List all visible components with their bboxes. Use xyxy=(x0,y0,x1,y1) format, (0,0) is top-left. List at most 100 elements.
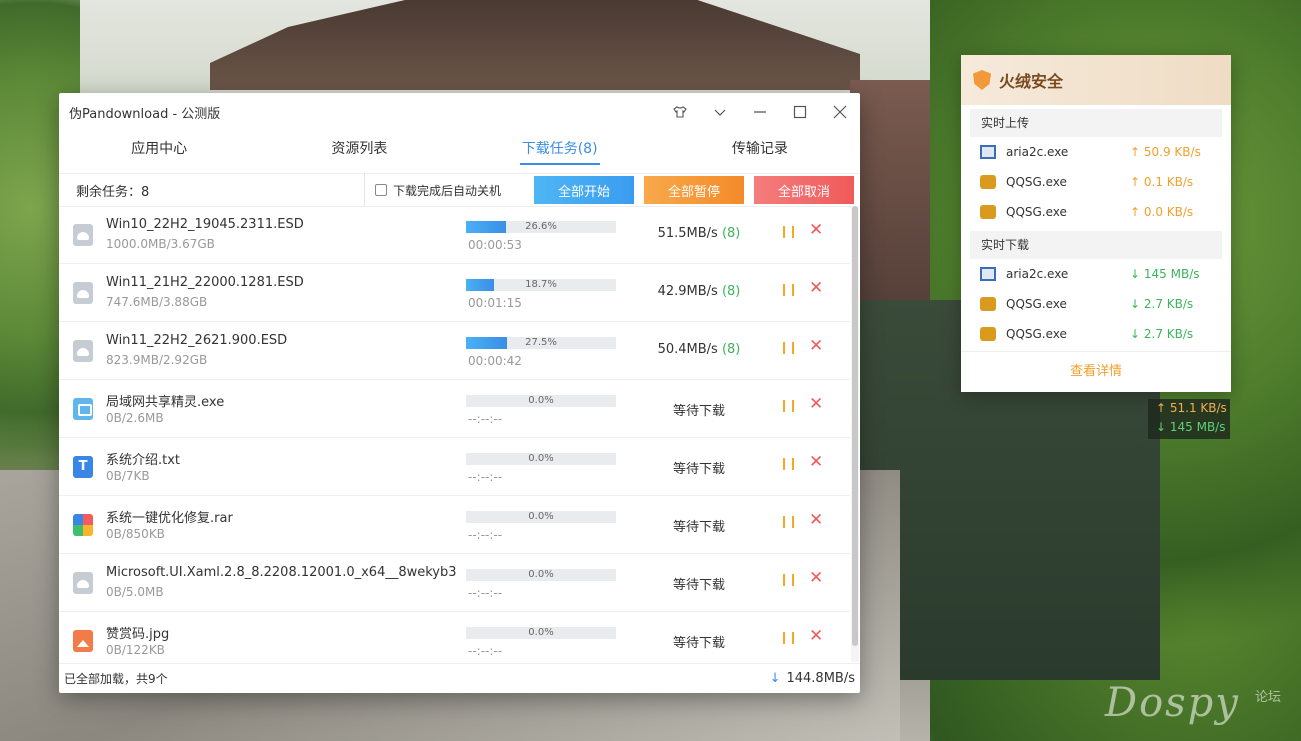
task-row[interactable]: 局域网共享精灵.exe 0B/2.6MB 0.0% --:--:-- 等待下载 ❙❙ ✕ xyxy=(59,380,850,438)
pandownload-window: 伪Pandownload - 公测版 应用中心 资源列表 下载任务(8) 传输记… xyxy=(59,93,860,693)
process-traffic-row[interactable]: aria2c.exe ↓ 145 MB/s xyxy=(961,259,1231,289)
pause-task-icon[interactable]: ❙❙ xyxy=(779,340,798,354)
cancel-all-button[interactable]: 全部取消 xyxy=(754,176,854,204)
task-progress-percent: 18.7% xyxy=(525,279,557,290)
pause-task-icon[interactable]: ❙❙ xyxy=(779,398,798,412)
network-speed-monitor[interactable]: ↑ 51.1 KB/s ↓ 145 MB/s xyxy=(1148,399,1230,439)
remove-task-icon[interactable]: ✕ xyxy=(809,394,823,414)
process-name: QQSG.exe xyxy=(1006,205,1067,219)
tab-download-tasks[interactable]: 下载任务(8) xyxy=(460,131,660,173)
download-list: aria2c.exe ↓ 145 MB/s QQSG.exe ↓ 2.7 KB/s QQ… xyxy=(961,259,1231,349)
tab-transfer-history[interactable]: 传输记录 xyxy=(660,131,860,173)
task-row[interactable]: 系统一键优化修复.rar 0B/850KB 0.0% --:--:-- 等待下载 ❙❙ ✕ xyxy=(59,496,850,554)
maximize-button[interactable] xyxy=(780,93,820,131)
pause-all-button[interactable]: 全部暂停 xyxy=(644,176,744,204)
upload-arrow-icon: ↑ xyxy=(1130,145,1141,159)
start-all-button[interactable]: 全部开始 xyxy=(534,176,634,204)
remove-task-icon[interactable]: ✕ xyxy=(809,452,823,472)
remove-task-icon[interactable]: ✕ xyxy=(809,510,823,530)
task-progress-bar: 26.6% xyxy=(466,221,616,233)
task-row[interactable]: Win11_21H2_22000.1281.ESD 747.6MB/3.88GB 1… xyxy=(59,264,850,322)
task-progress-bar: 0.0% xyxy=(466,395,616,407)
pause-task-icon[interactable]: ❙❙ xyxy=(779,630,798,644)
task-file-size: 0B/122KB xyxy=(106,643,165,657)
auto-shutdown-option[interactable]: 下载完成后自动关机 xyxy=(364,173,524,207)
task-eta: --:--:-- xyxy=(468,644,503,658)
scrollbar-thumb[interactable] xyxy=(852,206,858,646)
pause-task-icon[interactable]: ❙❙ xyxy=(779,224,798,238)
remove-task-icon[interactable]: ✕ xyxy=(809,626,823,646)
process-name: aria2c.exe xyxy=(1006,267,1069,281)
tab-app-center[interactable]: 应用中心 xyxy=(59,131,259,173)
task-file-size: 0B/2.6MB xyxy=(106,411,164,425)
task-row[interactable]: Microsoft.UI.Xaml.2.8_8.2208.12001.0_x64… xyxy=(59,554,850,612)
task-progress-percent: 27.5% xyxy=(525,337,557,348)
task-progress-bar: 0.0% xyxy=(466,627,616,639)
task-progress-bar: 18.7% xyxy=(466,279,616,291)
dospy-watermark-cn: 论坛 xyxy=(1255,690,1282,705)
task-progress-percent: 0.0% xyxy=(528,395,554,406)
view-details-link[interactable]: 查看详情 xyxy=(961,351,1231,392)
pause-task-icon[interactable]: ❙❙ xyxy=(779,572,798,586)
task-row[interactable]: T 系统介绍.txt 0B/7KB 0.0% --:--:-- 等待下载 ❙❙ ✕ xyxy=(59,438,850,496)
task-row[interactable]: Win10_22H2_19045.2311.ESD 1000.0MB/3.67GB… xyxy=(59,206,850,264)
minimize-button[interactable] xyxy=(740,93,780,131)
remove-task-icon[interactable]: ✕ xyxy=(809,336,823,356)
auto-shutdown-checkbox[interactable] xyxy=(375,184,387,196)
process-speed: ↓ 145 MB/s xyxy=(1130,267,1200,281)
total-speed: ↓ 144.8MB/s xyxy=(770,671,855,686)
skin-icon[interactable] xyxy=(660,93,700,131)
process-name: QQSG.exe xyxy=(1006,327,1067,341)
status-bar: 已全部加载，共9个 ↓ 144.8MB/s xyxy=(59,663,860,693)
download-arrow-icon: ↓ xyxy=(769,671,781,686)
process-traffic-row[interactable]: QQSG.exe ↑ 0.1 KB/s xyxy=(961,167,1231,197)
task-file-size: 823.9MB/2.92GB xyxy=(106,353,208,367)
tab-resource-list[interactable]: 资源列表 xyxy=(259,131,459,173)
task-eta: 00:01:15 xyxy=(468,296,522,310)
download-section-header: 实时下载 xyxy=(970,231,1222,259)
task-row[interactable]: Win11_22H2_2621.900.ESD 823.9MB/2.92GB 27.… xyxy=(59,322,850,380)
task-progress-percent: 0.0% xyxy=(528,511,554,522)
upload-list: aria2c.exe ↑ 50.9 KB/s QQSG.exe ↑ 0.1 KB/s Q… xyxy=(961,137,1231,227)
task-progress-bar: 0.0% xyxy=(466,453,616,465)
pause-task-icon[interactable]: ❙❙ xyxy=(779,282,798,296)
auto-shutdown-label: 下载完成后自动关机 xyxy=(393,183,502,198)
task-speed-value: 42.9MB/s xyxy=(657,284,718,299)
download-arrow-icon: ↓ xyxy=(1130,327,1141,341)
task-status: 等待下载 xyxy=(672,578,725,593)
process-traffic-row[interactable]: QQSG.exe ↓ 2.7 KB/s xyxy=(961,289,1231,319)
download-arrow-icon: ↓ xyxy=(1130,267,1141,281)
task-row[interactable]: 赞赏码.jpg 0B/122KB 0.0% --:--:-- 等待下载 ❙❙ ✕ xyxy=(59,612,850,662)
process-speed-value: 2.7 KB/s xyxy=(1143,297,1194,311)
task-file-name: Win11_22H2_2621.900.ESD xyxy=(106,333,288,348)
remove-task-icon[interactable]: ✕ xyxy=(809,278,823,298)
process-speed-value: 50.9 KB/s xyxy=(1143,145,1201,159)
task-file-size: 0B/5.0MB xyxy=(106,585,164,599)
task-file-name: 系统一键优化修复.rar xyxy=(106,511,233,526)
process-speed-value: 2.7 KB/s xyxy=(1143,327,1194,341)
task-list-scrollbar[interactable] xyxy=(851,206,859,662)
task-toolbar: 剩余任务：8 下载完成后自动关机 全部开始 全部暂停 全部取消 xyxy=(59,173,860,207)
process-traffic-row[interactable]: QQSG.exe ↓ 2.7 KB/s xyxy=(961,319,1231,349)
chevron-down-icon[interactable] xyxy=(700,93,740,131)
task-speed: 50.4MB/s (8) xyxy=(619,342,779,357)
process-speed-value: 0.0 KB/s xyxy=(1143,205,1194,219)
title-bar[interactable]: 伪Pandownload - 公测版 xyxy=(59,93,860,131)
remove-task-icon[interactable]: ✕ xyxy=(809,568,823,588)
file-icon xyxy=(73,572,93,594)
dospy-watermark: Dospy xyxy=(1105,680,1240,726)
task-progress-bar: 27.5% xyxy=(466,337,616,349)
process-traffic-row[interactable]: QQSG.exe ↑ 0.0 KB/s xyxy=(961,197,1231,227)
close-button[interactable] xyxy=(820,93,860,131)
process-speed: ↓ 2.7 KB/s xyxy=(1130,297,1193,311)
txt-icon: T xyxy=(73,456,93,478)
process-name: aria2c.exe xyxy=(1006,145,1069,159)
pause-task-icon[interactable]: ❙❙ xyxy=(779,456,798,470)
remove-task-icon[interactable]: ✕ xyxy=(809,220,823,240)
process-traffic-row[interactable]: aria2c.exe ↑ 50.9 KB/s xyxy=(961,137,1231,167)
task-speed: 42.9MB/s (8) xyxy=(619,284,779,299)
pause-task-icon[interactable]: ❙❙ xyxy=(779,514,798,528)
task-status: 等待下载 xyxy=(672,462,725,477)
task-file-name: Win10_22H2_19045.2311.ESD xyxy=(106,217,304,232)
task-file-size: 0B/7KB xyxy=(106,469,150,483)
